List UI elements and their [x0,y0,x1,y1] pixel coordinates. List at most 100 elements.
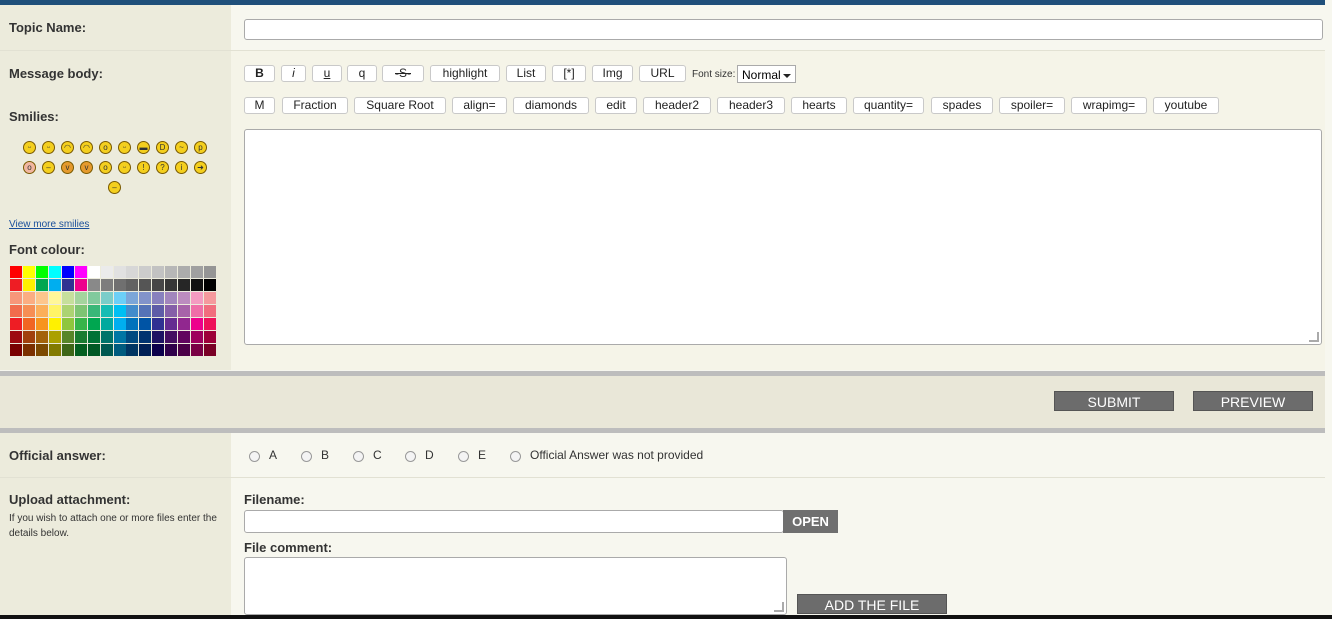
colour-swatch[interactable] [113,318,126,330]
colour-swatch[interactable] [178,331,191,343]
colour-swatch[interactable] [139,266,152,278]
colour-swatch[interactable] [22,344,35,356]
colour-swatch[interactable] [100,344,113,356]
colour-swatch[interactable] [10,266,22,278]
colour-swatch[interactable] [22,331,35,343]
surprised-smiley-icon[interactable]: o [99,141,112,154]
url-button[interactable]: URL [639,65,686,82]
colour-swatch[interactable] [165,318,178,330]
resize-grip-icon[interactable] [774,602,784,612]
list-item-button[interactable]: [*] [552,65,586,82]
answer-radio-b[interactable] [301,451,312,462]
colour-swatch[interactable] [87,344,100,356]
add-file-button[interactable]: ADD THE FILE [797,594,947,614]
colour-swatch[interactable] [100,266,113,278]
colour-swatch[interactable] [22,318,35,330]
colour-swatch[interactable] [204,266,217,278]
header2-button[interactable]: header2 [643,97,711,114]
colour-swatch[interactable] [100,318,113,330]
colour-swatch[interactable] [61,331,74,343]
submit-button[interactable]: SUBMIT [1054,391,1174,411]
colour-swatch[interactable] [48,344,61,356]
colour-swatch[interactable] [100,279,113,291]
colour-swatch[interactable] [139,318,152,330]
colour-swatch[interactable] [152,292,165,304]
square-root-button[interactable]: Square Root [354,97,446,114]
colour-swatch[interactable] [35,344,48,356]
colour-swatch[interactable] [191,292,204,304]
colour-swatch[interactable] [204,292,217,304]
colour-swatch[interactable] [139,305,152,317]
colour-swatch[interactable] [61,318,74,330]
italic-button[interactable]: i [281,65,306,82]
preview-button[interactable]: PREVIEW [1193,391,1313,411]
bold-button[interactable]: B [244,65,275,82]
colour-swatch[interactable] [74,279,87,291]
colour-swatch[interactable] [178,305,191,317]
colour-swatch[interactable] [87,331,100,343]
colour-swatch[interactable] [165,305,178,317]
colour-swatch[interactable] [10,292,22,304]
colour-swatch[interactable] [10,279,22,291]
tongue-smiley-icon[interactable]: p [194,141,207,154]
colour-swatch[interactable] [152,279,165,291]
colour-swatch[interactable] [113,292,126,304]
smiley-icon[interactable]: ᵕ [23,141,36,154]
filename-input[interactable] [244,510,784,533]
colour-swatch[interactable] [10,305,22,317]
colour-swatch[interactable] [100,331,113,343]
colour-swatch[interactable] [35,279,48,291]
colour-swatch[interactable] [113,279,126,291]
colour-swatch[interactable] [204,331,217,343]
colour-swatch[interactable] [74,318,87,330]
strike-button[interactable]: -S- [382,65,424,82]
font-size-select[interactable]: Normal [737,65,796,83]
colour-swatch[interactable] [87,266,100,278]
smiley-icon[interactable]: ᵕ [42,141,55,154]
sad-smiley-icon[interactable]: ◠ [61,141,74,154]
colour-swatch[interactable] [126,279,139,291]
colour-swatch[interactable] [74,344,87,356]
colour-swatch[interactable] [191,331,204,343]
list-button[interactable]: List [506,65,546,82]
colour-swatch[interactable] [61,344,74,356]
wrapimg-button[interactable]: wrapimg= [1071,97,1147,114]
colour-swatch[interactable] [152,331,165,343]
quantity-button[interactable]: quantity= [853,97,924,114]
colour-swatch[interactable] [61,279,74,291]
colour-swatch[interactable] [139,279,152,291]
spades-button[interactable]: spades [931,97,993,114]
colour-swatch[interactable] [113,266,126,278]
colour-swatch[interactable] [152,318,165,330]
colour-swatch[interactable] [178,318,191,330]
colour-swatch[interactable] [204,305,217,317]
header3-button[interactable]: header3 [717,97,785,114]
colour-swatch[interactable] [48,266,61,278]
colour-swatch[interactable] [126,344,139,356]
colour-swatch[interactable] [48,318,61,330]
youtube-button[interactable]: youtube [1153,97,1219,114]
blush-smiley-icon[interactable]: o [23,161,36,174]
colour-swatch[interactable] [113,305,126,317]
laughing-smiley-icon[interactable]: D [156,141,169,154]
quote-button[interactable]: q [347,65,377,82]
colour-swatch[interactable] [165,331,178,343]
colour-swatch[interactable] [178,279,191,291]
font-colour-palette[interactable] [10,266,217,357]
colour-swatch[interactable] [204,318,217,330]
question-icon[interactable]: ? [156,161,169,174]
message-body-textarea[interactable] [244,129,1322,345]
colour-swatch[interactable] [87,292,100,304]
evil-smiley-icon[interactable]: v [61,161,74,174]
colour-swatch[interactable] [165,279,178,291]
fraction-button[interactable]: Fraction [282,97,348,114]
topic-name-input[interactable] [244,19,1323,40]
colour-swatch[interactable] [61,305,74,317]
neutral-smiley-icon[interactable]: – [42,161,55,174]
align-button[interactable]: align= [452,97,507,114]
colour-swatch[interactable] [35,292,48,304]
colour-swatch[interactable] [100,305,113,317]
colour-swatch[interactable] [100,292,113,304]
open-file-button[interactable]: OPEN [783,510,838,533]
colour-swatch[interactable] [191,279,204,291]
